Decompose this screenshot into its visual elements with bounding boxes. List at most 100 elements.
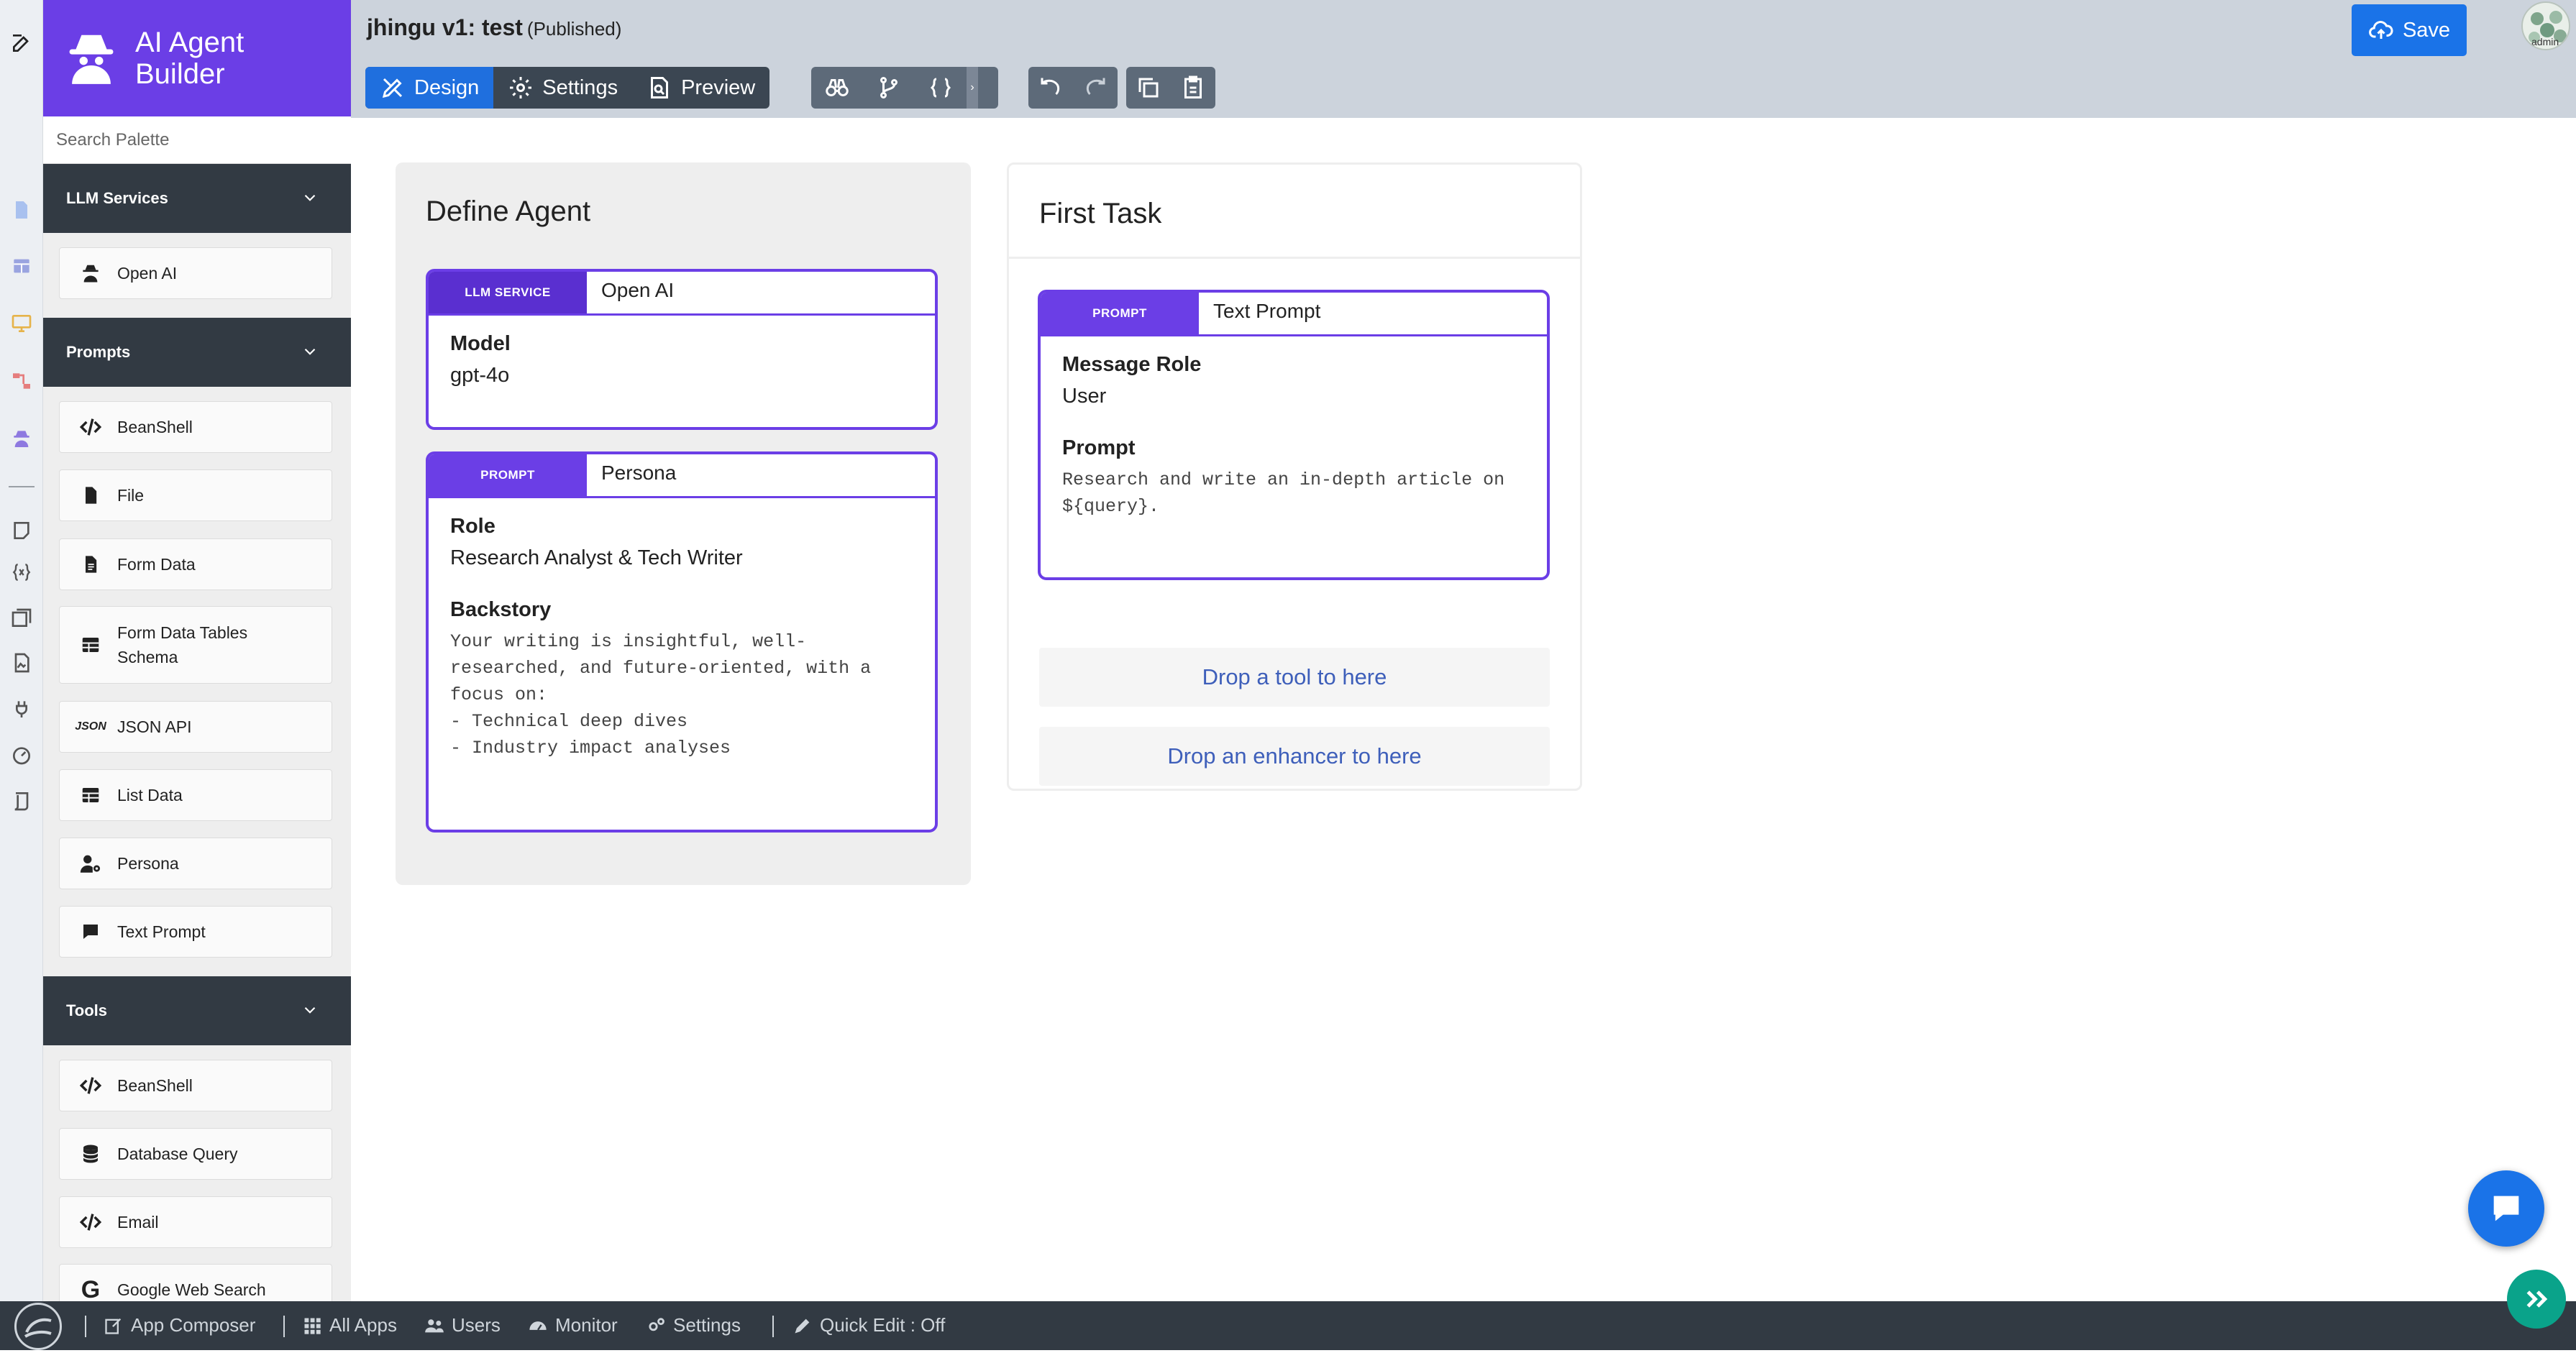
palette-item-form-data-tables-schema[interactable]: Form Data Tables Schema: [59, 606, 332, 684]
images-icon[interactable]: [7, 604, 36, 633]
card-name: Persona: [601, 462, 677, 484]
monitor-link[interactable]: Monitor: [528, 1314, 618, 1336]
tools-group: ›: [811, 67, 998, 109]
chat-button[interactable]: [2468, 1170, 2544, 1247]
palette-item-label: Google Web Search: [117, 1280, 266, 1299]
palette-item-form-data[interactable]: Form Data: [59, 538, 332, 590]
toolbar-divider: [85, 1316, 86, 1337]
palette-item-open-ai[interactable]: Open AI: [59, 247, 332, 299]
gauge-icon[interactable]: [7, 740, 36, 769]
palette-item-list-data[interactable]: List Data: [59, 769, 332, 821]
users-link[interactable]: Users: [424, 1314, 501, 1336]
palette-item-label: List Data: [117, 786, 183, 804]
card-type-tab: PROMPT: [1041, 293, 1199, 334]
app-composer-link[interactable]: App Composer: [104, 1314, 255, 1336]
flow-icon[interactable]: [7, 367, 36, 395]
palette-item-tool-beanshell[interactable]: BeanShell: [59, 1060, 332, 1111]
document-icon: [73, 554, 109, 574]
undo-redo-group: [1028, 67, 1118, 109]
palette-item-text-prompt[interactable]: Text Prompt: [59, 906, 332, 958]
bottom-toolbar: App Composer All Apps Users Monitor Sett…: [0, 1301, 2576, 1350]
card-type-tab: PROMPT: [429, 454, 587, 496]
quick-edit-toggle[interactable]: Quick Edit : Off: [793, 1314, 945, 1336]
design-tools-icon: [382, 78, 403, 98]
llm-service-card[interactable]: LLM SERVICE Open AI Model gpt-4o: [426, 269, 938, 430]
redo-icon[interactable]: [1073, 67, 1118, 109]
first-task-panel: First Task PROMPT Text Prompt Message Ro…: [1007, 162, 1582, 791]
palette-item-file[interactable]: File: [59, 469, 332, 521]
palette-item-persona[interactable]: Persona: [59, 838, 332, 889]
monitor-icon[interactable]: [7, 309, 36, 338]
drop-tool-zone[interactable]: Drop a tool to here: [1039, 648, 1550, 707]
edit-icon[interactable]: [7, 29, 36, 58]
palette-item-label: BeanShell: [117, 418, 193, 436]
file-image-icon[interactable]: [7, 648, 36, 677]
tab-preview[interactable]: Preview: [632, 67, 769, 109]
tab-settings[interactable]: Settings: [493, 67, 632, 109]
palette-item-label: Form Data: [117, 555, 196, 574]
document-icon[interactable]: [7, 196, 36, 224]
chevron-right-icon[interactable]: ›: [967, 67, 978, 109]
expand-button[interactable]: [2507, 1270, 2566, 1329]
note-icon[interactable]: [7, 516, 36, 545]
field-value: Research Analyst & Tech Writer: [450, 546, 743, 569]
palette-item-google-web-search[interactable]: G Google Web Search: [59, 1264, 332, 1301]
branch-icon[interactable]: [863, 67, 915, 109]
platform-logo-icon[interactable]: [14, 1303, 62, 1350]
scroll-icon[interactable]: [7, 786, 36, 815]
field-value: User: [1062, 385, 1107, 408]
spy-agent-icon[interactable]: [7, 424, 36, 453]
code-icon: [73, 1073, 109, 1098]
binoculars-icon[interactable]: [811, 67, 863, 109]
persona-card[interactable]: PROMPT Persona Role Research Analyst & T…: [426, 451, 938, 833]
variable-icon[interactable]: [7, 558, 36, 587]
clipboard-group: [1126, 67, 1215, 109]
field-label: Prompt: [1062, 436, 1136, 459]
panel-title: Define Agent: [426, 196, 591, 227]
chat-bubble-icon: [73, 921, 109, 942]
avatar[interactable]: admin: [2521, 1, 2570, 50]
code-braces-icon[interactable]: [915, 67, 967, 109]
palette-item-label: File: [117, 486, 145, 505]
grid-icon: [304, 1318, 321, 1334]
palette-item-label: Database Query: [117, 1145, 238, 1163]
paste-icon[interactable]: [1171, 67, 1215, 109]
palette-item-email[interactable]: Email: [59, 1196, 332, 1248]
settings-link[interactable]: Settings: [646, 1314, 741, 1336]
spy-agent-icon: [58, 24, 125, 92]
user-gear-icon: [73, 851, 109, 876]
palette-item-label: Email: [117, 1213, 159, 1232]
brand-header: AI Agent Builder: [43, 0, 351, 116]
all-apps-link[interactable]: All Apps: [302, 1314, 397, 1336]
copy-icon[interactable]: [1126, 67, 1171, 109]
palette-item-label: Form Data Tables Schema: [117, 623, 248, 666]
palette-item-json-api[interactable]: JSON JSON API: [59, 701, 332, 753]
plug-icon[interactable]: [7, 694, 36, 723]
search-palette-input[interactable]: [43, 116, 351, 164]
text-prompt-card[interactable]: PROMPT Text Prompt Message Role User Pro…: [1038, 290, 1550, 580]
database-icon: [73, 1143, 109, 1165]
chevron-down-icon: [304, 348, 316, 355]
table-icon[interactable]: [7, 252, 36, 280]
tab-design[interactable]: Design: [365, 67, 494, 109]
section-title: Prompts: [66, 343, 131, 361]
rail-divider: [9, 486, 35, 487]
drop-enhancer-zone[interactable]: Drop an enhancer to here: [1039, 727, 1550, 786]
palette-item-beanshell[interactable]: BeanShell: [59, 401, 332, 453]
undo-icon[interactable]: [1028, 67, 1073, 109]
table-icon: [73, 634, 109, 656]
file-icon: [73, 485, 109, 505]
section-header-tools[interactable]: Tools: [43, 976, 351, 1045]
spy-agent-icon: [73, 262, 109, 284]
section-header-prompts[interactable]: Prompts: [43, 318, 351, 387]
section-header-llm-services[interactable]: LLM Services: [43, 164, 351, 233]
pencil-icon: [795, 1318, 810, 1333]
palette-item-label: JSON API: [117, 717, 192, 736]
save-button[interactable]: Save: [2352, 4, 2467, 56]
palette-item-label: Persona: [117, 854, 179, 873]
section-title: LLM Services: [66, 189, 168, 207]
palette-item-database-query[interactable]: Database Query: [59, 1128, 332, 1180]
palette-item-label: Open AI: [117, 264, 178, 283]
card-divider: [429, 313, 935, 316]
gears-icon: [649, 1317, 664, 1331]
